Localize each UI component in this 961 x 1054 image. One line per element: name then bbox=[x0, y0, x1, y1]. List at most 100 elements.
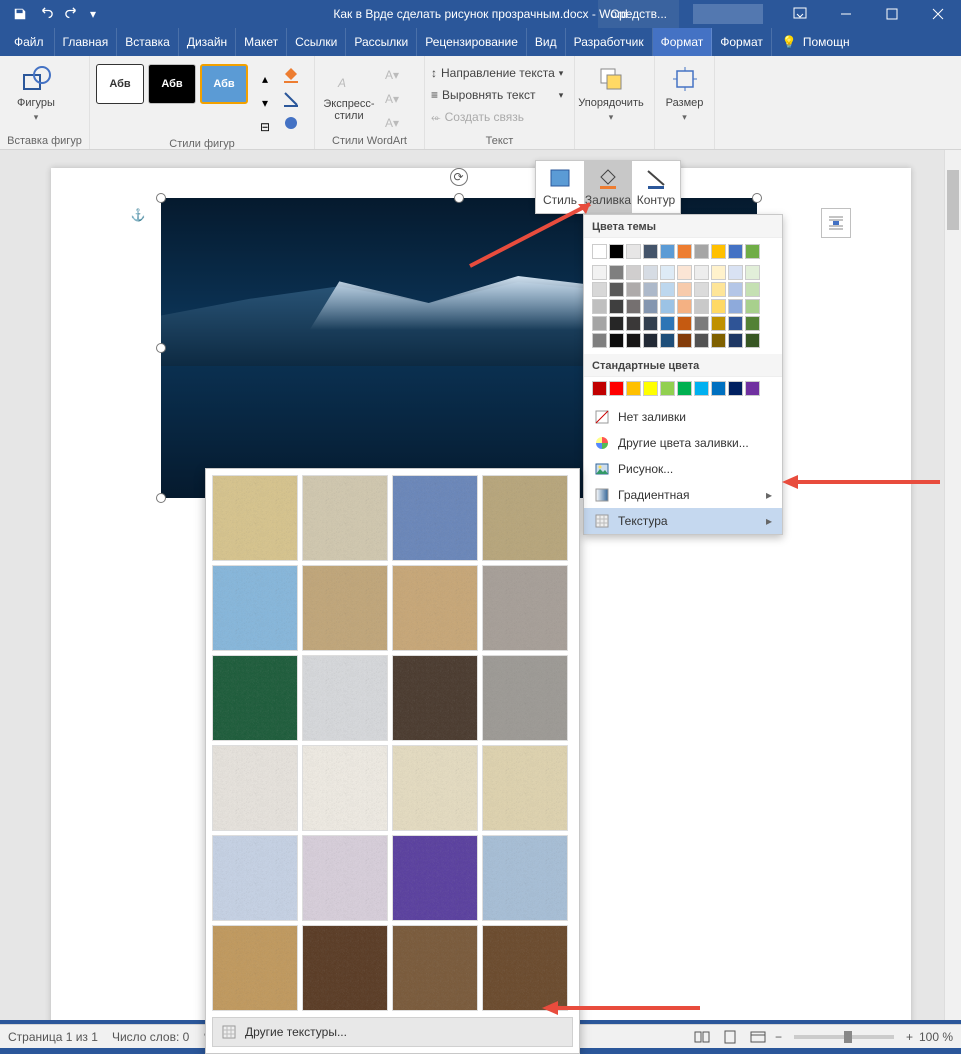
color-swatch[interactable] bbox=[694, 299, 709, 314]
shape-outline-button[interactable] bbox=[280, 88, 302, 110]
color-swatch[interactable] bbox=[728, 282, 743, 297]
color-swatch[interactable] bbox=[694, 316, 709, 331]
texture-swatch[interactable] bbox=[392, 745, 478, 831]
color-swatch[interactable] bbox=[660, 244, 675, 259]
color-swatch[interactable] bbox=[643, 381, 658, 396]
color-swatch[interactable] bbox=[609, 244, 624, 259]
redo-button[interactable] bbox=[60, 2, 84, 26]
color-swatch[interactable] bbox=[694, 244, 709, 259]
shape-fill-button[interactable] bbox=[280, 64, 302, 86]
color-swatch[interactable] bbox=[609, 316, 624, 331]
color-swatch[interactable] bbox=[626, 282, 641, 297]
zoom-out-button[interactable]: − bbox=[775, 1030, 782, 1044]
color-swatch[interactable] bbox=[660, 381, 675, 396]
gallery-up-icon[interactable]: ▴ bbox=[254, 68, 276, 90]
color-swatch[interactable] bbox=[728, 265, 743, 280]
color-swatch[interactable] bbox=[694, 333, 709, 348]
color-swatch[interactable] bbox=[728, 299, 743, 314]
color-swatch[interactable] bbox=[626, 381, 641, 396]
color-swatch[interactable] bbox=[711, 265, 726, 280]
text-direction-button[interactable]: ↕Направление текста▾ bbox=[431, 62, 563, 84]
color-swatch[interactable] bbox=[745, 282, 760, 297]
more-colors-item[interactable]: Другие цвета заливки... bbox=[584, 430, 782, 456]
texture-swatch[interactable] bbox=[212, 925, 298, 1011]
texture-swatch[interactable] bbox=[212, 745, 298, 831]
user-badge[interactable] bbox=[693, 4, 763, 24]
vertical-scrollbar[interactable] bbox=[944, 150, 961, 1020]
size-button[interactable]: Размер▾ bbox=[661, 58, 708, 128]
color-swatch[interactable] bbox=[609, 333, 624, 348]
color-swatch[interactable] bbox=[694, 282, 709, 297]
color-swatch[interactable] bbox=[677, 299, 692, 314]
print-layout-button[interactable] bbox=[719, 1027, 741, 1047]
shape-style-gallery[interactable]: Абв Абв Абв ▴ ▾ ⊟ bbox=[96, 58, 276, 138]
tab-home[interactable]: Главная bbox=[55, 28, 118, 56]
texture-swatch[interactable] bbox=[392, 835, 478, 921]
texture-swatch[interactable] bbox=[302, 925, 388, 1011]
color-swatch[interactable] bbox=[592, 333, 607, 348]
color-swatch[interactable] bbox=[677, 244, 692, 259]
texture-swatch[interactable] bbox=[302, 565, 388, 651]
texture-swatch[interactable] bbox=[482, 565, 568, 651]
text-fill-button[interactable]: A▾ bbox=[381, 64, 403, 86]
texture-swatch[interactable] bbox=[392, 925, 478, 1011]
color-swatch[interactable] bbox=[626, 244, 641, 259]
color-swatch[interactable] bbox=[609, 299, 624, 314]
tab-file[interactable]: Файл bbox=[4, 28, 55, 56]
page-indicator[interactable]: Страница 1 из 1 bbox=[8, 1030, 98, 1044]
color-swatch[interactable] bbox=[660, 282, 675, 297]
texture-swatch[interactable] bbox=[212, 475, 298, 561]
color-swatch[interactable] bbox=[677, 282, 692, 297]
color-swatch[interactable] bbox=[745, 316, 760, 331]
texture-swatch[interactable] bbox=[212, 835, 298, 921]
texture-swatch[interactable] bbox=[482, 475, 568, 561]
texture-swatch[interactable] bbox=[392, 655, 478, 741]
texture-fill-item[interactable]: Текстура▸ bbox=[584, 508, 782, 534]
ribbon-options-button[interactable] bbox=[777, 0, 823, 28]
tell-me-search[interactable]: 💡 Помощн bbox=[772, 28, 860, 56]
undo-button[interactable] bbox=[34, 2, 58, 26]
tab-references[interactable]: Ссылки bbox=[287, 28, 346, 56]
more-textures-item[interactable]: Другие текстуры... bbox=[212, 1017, 573, 1047]
color-swatch[interactable] bbox=[626, 299, 641, 314]
color-swatch[interactable] bbox=[711, 282, 726, 297]
zoom-slider-knob[interactable] bbox=[844, 1031, 852, 1043]
tab-layout[interactable]: Макет bbox=[236, 28, 287, 56]
save-button[interactable] bbox=[8, 2, 32, 26]
color-swatch[interactable] bbox=[745, 381, 760, 396]
color-swatch[interactable] bbox=[745, 265, 760, 280]
color-swatch[interactable] bbox=[592, 282, 607, 297]
color-swatch[interactable] bbox=[677, 333, 692, 348]
tab-format-1[interactable]: Формат bbox=[653, 28, 713, 56]
zoom-slider[interactable] bbox=[794, 1035, 894, 1039]
color-swatch[interactable] bbox=[643, 244, 658, 259]
word-count[interactable]: Число слов: 0 bbox=[112, 1030, 189, 1044]
color-swatch[interactable] bbox=[660, 299, 675, 314]
color-swatch[interactable] bbox=[660, 333, 675, 348]
color-swatch[interactable] bbox=[643, 282, 658, 297]
shape-style-2[interactable]: Абв bbox=[148, 64, 196, 104]
align-text-button[interactable]: ≡Выровнять текст▾ bbox=[431, 84, 563, 106]
text-effects-button[interactable]: A▾ bbox=[381, 112, 403, 134]
color-swatch[interactable] bbox=[643, 333, 658, 348]
rotate-handle[interactable]: ⟳ bbox=[450, 168, 468, 186]
web-layout-button[interactable] bbox=[747, 1027, 769, 1047]
resize-handle-tr[interactable] bbox=[752, 193, 762, 203]
color-swatch[interactable] bbox=[711, 316, 726, 331]
color-swatch[interactable] bbox=[643, 299, 658, 314]
color-swatch[interactable] bbox=[643, 316, 658, 331]
create-link-button[interactable]: ⬰Создать связь bbox=[431, 106, 563, 128]
color-swatch[interactable] bbox=[660, 265, 675, 280]
minimize-button[interactable] bbox=[823, 0, 869, 28]
color-swatch[interactable] bbox=[592, 299, 607, 314]
color-swatch[interactable] bbox=[626, 333, 641, 348]
color-swatch[interactable] bbox=[643, 265, 658, 280]
color-swatch[interactable] bbox=[626, 316, 641, 331]
gallery-down-icon[interactable]: ▾ bbox=[254, 92, 276, 114]
color-swatch[interactable] bbox=[626, 265, 641, 280]
shapes-gallery-button[interactable]: Фигуры ▾ bbox=[6, 58, 66, 128]
wordart-styles-button[interactable]: A Экспресс-стили bbox=[321, 58, 377, 128]
color-swatch[interactable] bbox=[592, 316, 607, 331]
resize-handle-ml[interactable] bbox=[156, 343, 166, 353]
gallery-more-icon[interactable]: ⊟ bbox=[254, 116, 276, 138]
